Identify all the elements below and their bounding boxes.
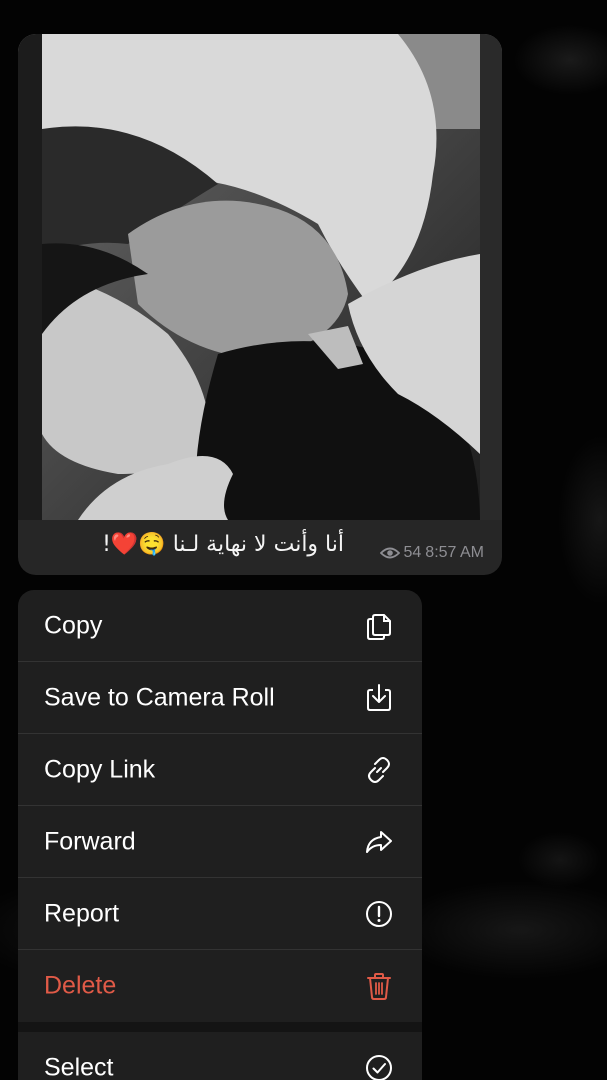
message-time: 8:57 AM bbox=[425, 544, 484, 561]
copy-icon bbox=[367, 614, 391, 640]
photo-image bbox=[18, 34, 502, 520]
context-menu: Copy Save to Camera Roll Copy Link Forwa… bbox=[18, 590, 422, 1080]
link-icon bbox=[368, 757, 390, 783]
menu-item-report[interactable]: Report bbox=[18, 878, 422, 950]
message-meta: 54 8:57 AM bbox=[379, 544, 484, 562]
exclamation-circle-icon bbox=[366, 901, 392, 927]
menu-item-copy[interactable]: Copy bbox=[18, 590, 422, 662]
menu-item-save-to-camera-roll[interactable]: Save to Camera Roll bbox=[18, 662, 422, 734]
menu-item-copy-link[interactable]: Copy Link bbox=[18, 734, 422, 806]
menu-item-select[interactable]: Select bbox=[18, 1032, 422, 1080]
menu-item-label: Forward bbox=[44, 827, 136, 856]
menu-group-divider bbox=[18, 1022, 422, 1032]
views-eye-icon bbox=[379, 547, 400, 559]
menu-item-label: Report bbox=[44, 899, 120, 928]
menu-item-delete[interactable]: Delete bbox=[18, 950, 422, 1022]
message-caption: أنا وأنت لا نهاية لـنا 🤤❤️! bbox=[102, 532, 344, 557]
message-bubble[interactable]: أنا وأنت لا نهاية لـنا 🤤❤️! 54 8:57 AM bbox=[18, 34, 502, 575]
message-photo[interactable] bbox=[18, 34, 502, 520]
check-circle-icon bbox=[366, 1055, 392, 1080]
forward-arrow-icon bbox=[366, 831, 392, 853]
menu-item-label: Select bbox=[44, 1053, 114, 1080]
menu-item-forward[interactable]: Forward bbox=[18, 806, 422, 878]
menu-item-label: Copy Link bbox=[44, 755, 156, 784]
save-download-icon bbox=[367, 684, 391, 711]
views-count: 54 bbox=[403, 544, 422, 561]
trash-icon bbox=[367, 973, 391, 1000]
menu-item-label: Delete bbox=[44, 971, 117, 1000]
message-caption-row: أنا وأنت لا نهاية لـنا 🤤❤️! 54 8:57 AM bbox=[18, 520, 502, 575]
menu-item-label: Save to Camera Roll bbox=[44, 683, 275, 712]
menu-item-label: Copy bbox=[44, 611, 103, 640]
